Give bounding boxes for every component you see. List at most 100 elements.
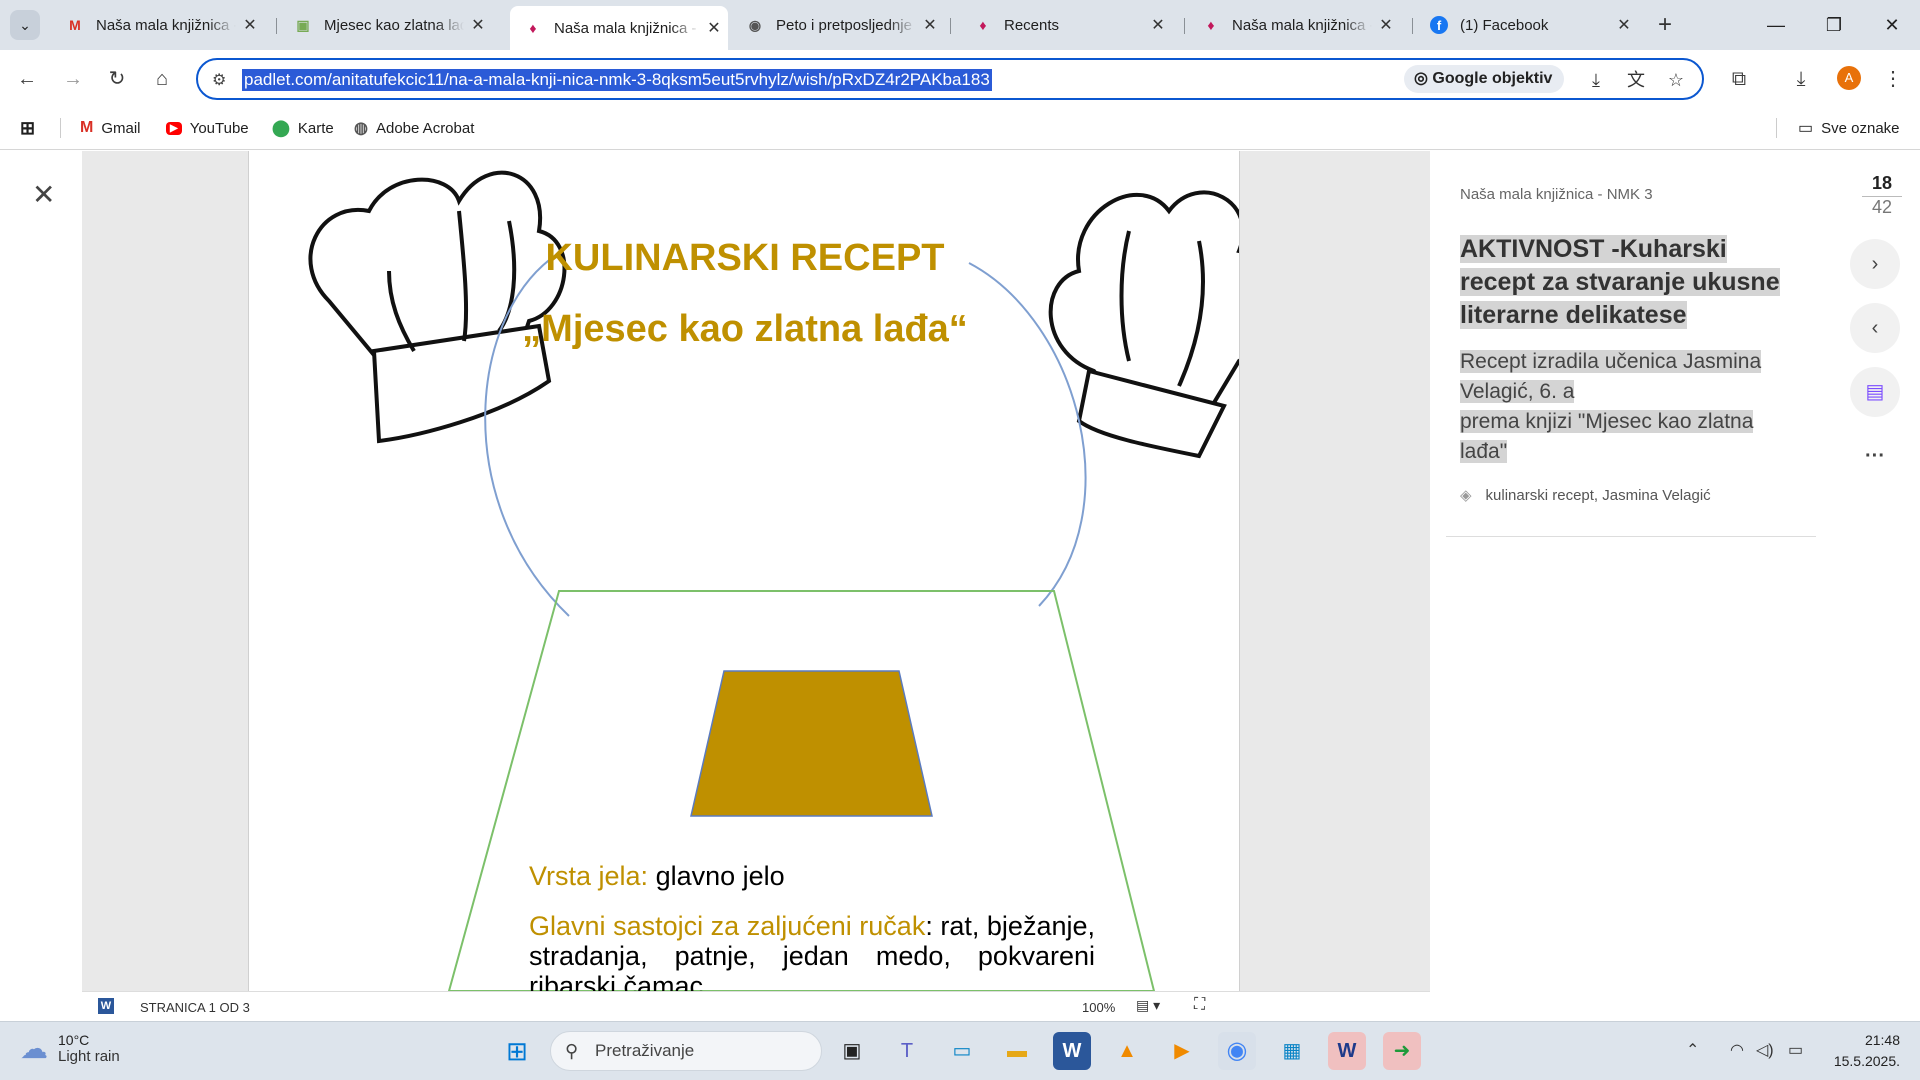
home-icon[interactable]: ⌂ (147, 64, 177, 94)
close-tab-icon[interactable]: ✕ (1144, 15, 1172, 35)
tab-1[interactable]: M Naša mala knjižnica - ✕ (52, 8, 264, 42)
close-tab-icon[interactable]: ✕ (464, 15, 492, 35)
recipe-subtitle: „Mjesec kao zlatna lađa“ (522, 308, 968, 350)
tab-bar: ⌄ M Naša mala knjižnica - ✕ ▣ Mjesec kao… (0, 0, 1920, 50)
globe-icon: ◉ (748, 16, 762, 33)
weather-condition: Light rain (58, 1048, 120, 1065)
bookmarks-bar: ⊞ M Gmail ▶ YouTube ⬤ Karte ◍ Adobe Acrobat … (0, 106, 1920, 150)
dish-type-value: glavno jelo (648, 861, 785, 891)
tab-separator (276, 18, 277, 34)
close-tab-icon[interactable]: ✕ (1372, 15, 1400, 35)
apps-grid-icon[interactable]: ⊞ (20, 116, 43, 140)
post-description: Recept izradila učenica Jasmina Velagić,… (1460, 347, 1800, 467)
zoom-level[interactable]: 100% (1082, 1000, 1115, 1015)
fullscreen-icon[interactable]: ⛶ (1194, 996, 1205, 1014)
view-mode-icon[interactable]: ▤ ▾ (1136, 997, 1160, 1014)
bookmark-youtube[interactable]: ▶ YouTube (166, 116, 249, 140)
exit-app-icon[interactable]: ➜ (1383, 1032, 1421, 1070)
facebook-icon: f (1430, 16, 1448, 34)
chevron-left-icon: ‹ (1871, 317, 1879, 339)
downloads-icon[interactable]: ⤓ (1786, 64, 1816, 94)
close-tab-icon[interactable]: ✕ (700, 18, 728, 38)
post-tags-text: kulinarski recept, Jasmina Velagić (1485, 486, 1711, 504)
vlc-icon[interactable]: ▲ (1108, 1032, 1146, 1070)
media-player-icon[interactable]: ▶ (1163, 1032, 1201, 1070)
new-tab-button[interactable]: + (1650, 10, 1680, 40)
padlet-icon: ♦ (1207, 17, 1215, 33)
url-text[interactable]: padlet.com/anitatufekcic11/na-a-mala-knj… (242, 69, 992, 91)
windows-start-icon[interactable]: ⊞ (498, 1032, 536, 1070)
bookmark-label: Gmail (101, 119, 141, 137)
post-title: AKTIVNOST -Kuharski recept za stvaranje … (1460, 233, 1800, 332)
document-viewer: KULINARSKI RECEPT „Mjesec kao zlatna lađ… (82, 151, 1505, 1011)
tab-5[interactable]: ♦ Recents ✕ (960, 8, 1172, 42)
close-post-icon[interactable]: ✕ (32, 181, 55, 209)
word-taskbar-icon[interactable]: W (1053, 1032, 1091, 1070)
more-options-button[interactable]: ··· (1850, 431, 1900, 481)
close-tab-icon[interactable]: ✕ (916, 15, 944, 35)
weather-temperature: 10°C (58, 1032, 90, 1048)
bookmark-acrobat[interactable]: ◍ Adobe Acrobat (354, 116, 474, 140)
bookmark-label: YouTube (189, 119, 249, 137)
post-description-line2: prema knjizi "Mjesec kao zlatna lađa" (1460, 410, 1754, 463)
bookmark-star-icon[interactable]: ☆ (1662, 66, 1690, 94)
all-bookmarks[interactable]: ▭ Sve oznake (1798, 116, 1900, 140)
forward-icon[interactable]: → (58, 64, 88, 94)
battery-icon[interactable]: ▭ (1788, 1040, 1803, 1060)
tab-3-active[interactable]: ♦ Naša mala knjižnica - ✕ (510, 6, 728, 50)
bookmark-maps[interactable]: ⬤ Karte (272, 116, 334, 140)
webex-icon[interactable]: W (1328, 1032, 1366, 1070)
bookmark-gmail[interactable]: M Gmail (80, 116, 141, 140)
previous-post-button[interactable]: ‹ (1850, 303, 1900, 353)
taskbar-search[interactable]: ⚲ Pretraživanje (550, 1031, 822, 1071)
board-name[interactable]: Naša mala knjižnica - NMK 3 (1460, 186, 1653, 203)
teams-icon[interactable]: T (888, 1032, 926, 1070)
chrome-icon[interactable]: ◉ (1218, 1032, 1256, 1070)
tab-separator (1412, 18, 1413, 34)
extensions-icon[interactable]: ⧉ (1724, 64, 1754, 94)
post-tags: ◈ kulinarski recept, Jasmina Velagić (1460, 486, 1711, 505)
site-settings-icon[interactable]: ⚙ (212, 70, 226, 90)
tab-separator (950, 18, 951, 34)
google-lens-button[interactable]: ◎ Google objektiv (1404, 65, 1565, 93)
file-explorer-icon[interactable]: ▬ (998, 1032, 1036, 1070)
close-tab-icon[interactable]: ✕ (1610, 15, 1638, 35)
maps-icon: ⬤ (272, 120, 290, 137)
comments-button[interactable]: ▤ (1850, 367, 1900, 417)
weather-widget[interactable]: ☁ 10°C Light rain (20, 1032, 120, 1065)
close-tab-icon[interactable]: ✕ (236, 15, 264, 35)
tab-title: Naša mala knjižnica - (554, 19, 697, 37)
translate-icon[interactable]: 文 (1622, 66, 1650, 94)
task-view-icon[interactable]: ▣ (833, 1032, 871, 1070)
install-app-icon[interactable]: ⤓ (1582, 66, 1610, 94)
volume-icon[interactable]: ◁) (1756, 1040, 1774, 1060)
tab-6[interactable]: ♦ Naša mala knjižnica - ✕ (1188, 8, 1400, 42)
tab-search-chevron-icon[interactable]: ⌄ (10, 10, 40, 40)
restore-icon[interactable]: ❐ (1805, 0, 1863, 50)
tab-7[interactable]: f (1) Facebook ✕ (1416, 8, 1638, 42)
counter-current: 18 (1871, 173, 1893, 193)
word-icon: W (98, 998, 114, 1014)
tab-4[interactable]: ◉ Peto i pretposljednje ✕ (732, 8, 944, 42)
tray-overflow-icon[interactable]: ⌃ (1686, 1040, 1699, 1060)
lens-label: Google objektiv (1432, 70, 1553, 87)
acrobat-icon: ◍ (354, 120, 368, 137)
reload-icon[interactable]: ↻ (102, 64, 132, 94)
back-icon[interactable]: ← (12, 64, 42, 94)
window-close-icon[interactable]: ✕ (1863, 0, 1920, 50)
tab-title: Peto i pretposljednje (776, 16, 912, 34)
profile-avatar[interactable]: A (1837, 66, 1861, 90)
wifi-icon[interactable]: ◠ (1730, 1040, 1744, 1060)
page-content: ✕ KULINARSKI RECEPT „Mjesec kao zlatna l… (0, 151, 1920, 1021)
dish-type-line: Vrsta jela: glavno jelo (529, 861, 1095, 891)
desktop-icon[interactable]: ▭ (943, 1032, 981, 1070)
next-post-button[interactable]: › (1850, 239, 1900, 289)
menu-kebab-icon[interactable]: ⋮ (1878, 64, 1908, 94)
outlook-icon[interactable]: ▦ (1273, 1032, 1311, 1070)
system-clock[interactable]: 21:48 15.5.2025. (1820, 1030, 1900, 1072)
document-page: KULINARSKI RECEPT „Mjesec kao zlatna lađ… (248, 151, 1240, 991)
windows-taskbar: ☁ 10°C Light rain ⊞ ⚲ Pretraživanje ▣ T … (0, 1021, 1920, 1080)
tab-2[interactable]: ▣ Mjesec kao zlatna lađ ✕ (280, 8, 492, 42)
address-bar[interactable]: ⚙ padlet.com/anitatufekcic11/na-a-mala-k… (196, 58, 1704, 100)
minimize-icon[interactable]: — (1747, 0, 1805, 50)
